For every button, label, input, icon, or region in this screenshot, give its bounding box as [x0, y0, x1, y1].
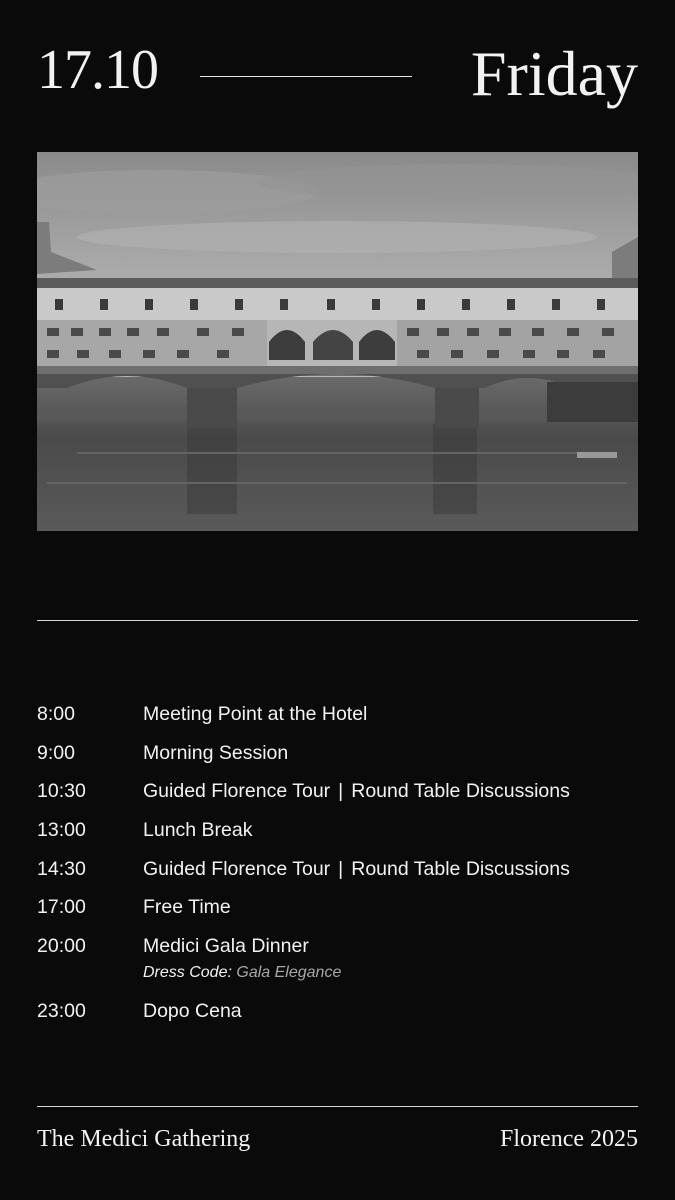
- schedule-time: 13:00: [37, 819, 86, 842]
- schedule-title: Medici Gala Dinner: [143, 935, 309, 958]
- dress-code-label: Dress Code:: [143, 964, 232, 982]
- date-label: 17.10: [37, 39, 159, 101]
- schedule-item: 13:00 Lunch Break: [37, 819, 638, 858]
- schedule-title: Morning Session: [143, 741, 289, 764]
- section-divider-top: [37, 620, 638, 621]
- bridge-photo: [37, 152, 638, 531]
- schedule-separator: |: [338, 780, 344, 803]
- schedule-item: 10:30 Guided Florence Tour | Round Table D…: [37, 780, 638, 819]
- schedule-title-alt: Round Table Discussions: [351, 857, 570, 880]
- event-name: The Medici Gathering: [37, 1126, 251, 1152]
- schedule-list: 8:00 Meeting Point at the Hotel 9:00 Mor…: [37, 703, 638, 1038]
- schedule-title: Free Time: [143, 896, 231, 919]
- header: 17.10 Friday: [37, 40, 638, 120]
- schedule-time: 14:30: [37, 857, 86, 880]
- event-location-year: Florence 2025: [500, 1126, 638, 1152]
- dress-code-value: Gala Elegance: [236, 964, 342, 982]
- schedule-title: Guided Florence Tour: [143, 857, 331, 880]
- header-divider: [200, 76, 412, 77]
- schedule-time: 23:00: [37, 999, 86, 1022]
- schedule-title: Guided Florence Tour: [143, 780, 331, 803]
- schedule-title-group: Guided Florence Tour | Round Table Discuss…: [143, 858, 570, 881]
- dress-code-note: Dress Code: Gala Elegance: [143, 964, 341, 982]
- schedule-item: 23:00 Dopo Cena: [37, 1000, 638, 1039]
- schedule-time: 17:00: [37, 896, 86, 919]
- schedule-item: 20:00 Medici Gala Dinner Dress Code: Gal…: [37, 935, 638, 1000]
- schedule-title-group: Guided Florence Tour | Round Table Discuss…: [143, 780, 570, 803]
- weekday-label: Friday: [470, 38, 638, 109]
- section-divider-bottom: [37, 1106, 638, 1107]
- schedule-item: 14:30 Guided Florence Tour | Round Table D…: [37, 858, 638, 897]
- schedule-title-alt: Round Table Discussions: [351, 780, 570, 803]
- schedule-item: 9:00 Morning Session: [37, 742, 638, 781]
- schedule-time: 20:00: [37, 935, 86, 958]
- schedule-time: 9:00: [37, 741, 75, 764]
- schedule-title: Lunch Break: [143, 819, 253, 842]
- schedule-title: Dopo Cena: [143, 999, 242, 1022]
- schedule-time: 8:00: [37, 703, 75, 725]
- schedule-separator: |: [338, 857, 344, 880]
- schedule-item: 8:00 Meeting Point at the Hotel: [37, 703, 638, 742]
- schedule-time: 10:30: [37, 780, 86, 803]
- schedule-item: 17:00 Free Time: [37, 896, 638, 935]
- schedule-title: Meeting Point at the Hotel: [143, 703, 368, 725]
